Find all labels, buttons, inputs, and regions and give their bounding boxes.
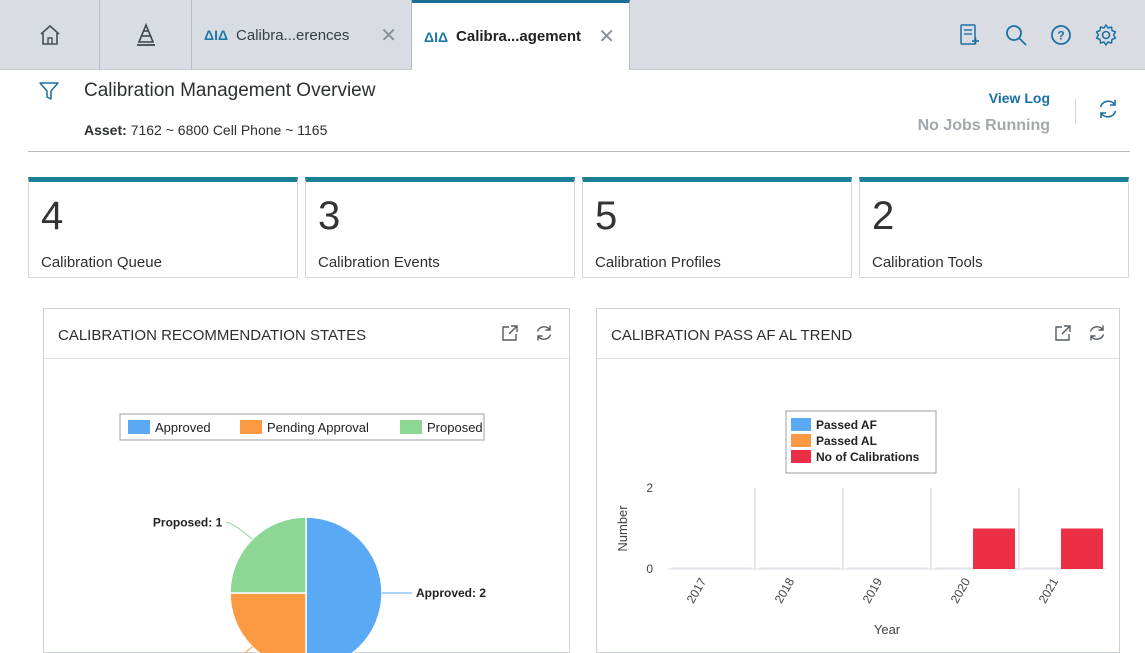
- data-label: Approved: 2: [416, 586, 486, 600]
- report-add-icon[interactable]: [956, 22, 982, 48]
- label-connector: [226, 521, 253, 540]
- open-external-icon[interactable]: [1053, 323, 1073, 343]
- kpi-calibration-events[interactable]: 3 Calibration Events: [305, 177, 575, 278]
- kpi-value: 2: [872, 194, 895, 238]
- calibration-icon: ΔΙΔ: [204, 27, 229, 43]
- x-tick-label: 2017: [684, 575, 710, 605]
- legend-label: Passed AF: [816, 418, 877, 432]
- kpi-value: 5: [595, 194, 618, 238]
- tab-calibration-management[interactable]: ΔΙΔ Calibra...agement ✕: [412, 0, 630, 70]
- tab-label: Calibra...agement: [456, 28, 582, 45]
- bar: [1061, 528, 1103, 569]
- y-tick-label: 2: [646, 481, 653, 495]
- bar-zero: [759, 567, 839, 569]
- x-tick-label: 2021: [1036, 575, 1062, 605]
- page-title: Calibration Management Overview: [84, 80, 376, 101]
- pie-slice: [229, 592, 307, 653]
- asset-info: Asset: 7162 ~ 6800 Cell Phone ~ 1165: [84, 122, 327, 138]
- asset-label: Asset:: [84, 122, 127, 138]
- legend-swatch: [791, 418, 811, 431]
- legend-swatch: [128, 420, 150, 434]
- view-log-link[interactable]: View Log: [989, 90, 1050, 106]
- pie-chart: Approved Pending Approval ProposedApproved…: [119, 413, 486, 653]
- pie-slice: [229, 516, 307, 594]
- home-tab[interactable]: [0, 0, 100, 70]
- filter-icon[interactable]: [38, 80, 60, 102]
- legend-label: Proposed: [427, 420, 483, 435]
- legend-swatch: [791, 434, 811, 447]
- x-tick-label: 2019: [860, 575, 886, 605]
- kpi-calibration-queue[interactable]: 4 Calibration Queue: [28, 177, 298, 278]
- kpi-label: Calibration Profiles: [595, 254, 721, 271]
- widget-title: CALIBRATION PASS AF AL TREND: [611, 327, 853, 344]
- home-icon: [39, 24, 60, 45]
- bar-chart: Passed AF Passed AL No of Calibrations 0 2 Nu…: [615, 410, 1107, 637]
- kpi-calibration-tools[interactable]: 2 Calibration Tools: [859, 177, 1129, 278]
- search-icon[interactable]: [1003, 22, 1029, 48]
- header-divider: [28, 151, 1130, 152]
- kpi-label: Calibration Tools: [872, 254, 983, 271]
- label-connector: [243, 646, 253, 653]
- bar-legend: Passed AF Passed AL No of Calibrations: [785, 410, 937, 474]
- x-tick-label: 2020: [948, 575, 974, 605]
- close-icon[interactable]: ✕: [380, 23, 397, 48]
- jobs-status: No Jobs Running: [917, 117, 1050, 134]
- calibration-icon: ΔΙΔ: [424, 28, 449, 45]
- pass-af-al-trend-widget: CALIBRATION PASS AF AL TREND Passed AF Pa…: [596, 308, 1120, 653]
- open-external-icon[interactable]: [500, 323, 520, 343]
- legend-label: Passed AL: [816, 434, 877, 448]
- close-icon[interactable]: ✕: [598, 24, 615, 49]
- data-label: Proposed: 1: [153, 515, 223, 529]
- legend-swatch: [400, 420, 422, 434]
- legend-label: Approved: [155, 420, 211, 435]
- asset-value: 7162 ~ 6800 Cell Phone ~ 1165: [130, 122, 328, 138]
- refresh-icon[interactable]: [1096, 97, 1120, 121]
- bar: [973, 528, 1015, 569]
- help-icon[interactable]: ?: [1048, 22, 1074, 48]
- kpi-value: 4: [41, 194, 64, 238]
- legend-swatch: [791, 450, 811, 463]
- widget-header: CALIBRATION PASS AF AL TREND: [597, 309, 1119, 359]
- kpi-label: Calibration Queue: [41, 254, 162, 271]
- y-tick-label: 0: [646, 562, 653, 576]
- gear-icon[interactable]: [1093, 22, 1119, 48]
- kpi-label: Calibration Events: [318, 254, 440, 271]
- kpi-value: 3: [318, 194, 341, 238]
- tab-label: Calibra...erences: [236, 26, 350, 44]
- widget-header: CALIBRATION RECOMMENDATION STATES: [44, 309, 569, 359]
- hierarchy-tab[interactable]: [100, 0, 192, 70]
- legend-label: Pending Approval: [267, 420, 369, 435]
- y-axis-label: Number: [615, 505, 630, 552]
- pie-legend: Approved Pending Approval Proposed: [119, 413, 485, 441]
- refresh-icon[interactable]: [534, 323, 554, 343]
- widget-title: CALIBRATION RECOMMENDATION STATES: [58, 327, 367, 344]
- legend-swatch: [240, 420, 262, 434]
- pie-slice: [305, 516, 383, 653]
- refresh-icon[interactable]: [1087, 323, 1107, 343]
- bar-zero: [847, 567, 927, 569]
- x-axis-label: Year: [874, 622, 901, 637]
- recommendation-states-widget: CALIBRATION RECOMMENDATION STATES Approv…: [43, 308, 570, 653]
- tab-bar: ΔΙΔ Calibra...erences ✕ ΔΙΔ Calibra...ag…: [0, 0, 1145, 70]
- tab-calibration-references[interactable]: ΔΙΔ Calibra...erences ✕: [192, 0, 412, 70]
- svg-text:?: ?: [1057, 29, 1064, 43]
- x-tick-label: 2018: [772, 575, 798, 605]
- bar-zero: [671, 567, 751, 569]
- divider: [1075, 98, 1076, 124]
- hierarchy-icon: [136, 22, 155, 46]
- kpi-calibration-profiles[interactable]: 5 Calibration Profiles: [582, 177, 852, 278]
- legend-label: No of Calibrations: [816, 450, 920, 464]
